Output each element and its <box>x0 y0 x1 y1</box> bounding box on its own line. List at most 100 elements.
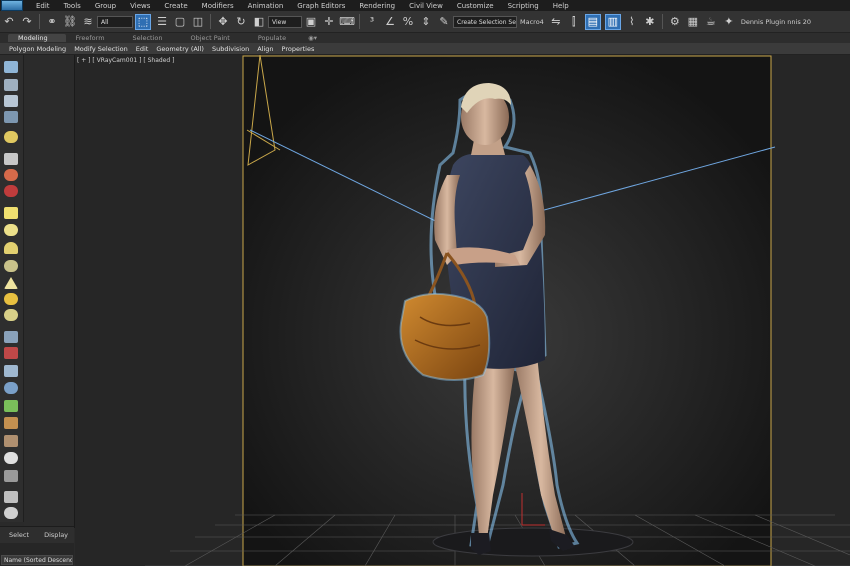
sphere-white-icon[interactable] <box>4 452 18 464</box>
rendered-frame-window-icon[interactable]: ▦ <box>686 15 700 29</box>
panel-geometry-all[interactable]: Geometry (All) <box>152 45 208 53</box>
globe-icon[interactable] <box>4 382 18 394</box>
keyboard-shortcut-icon[interactable]: ⌨ <box>339 15 355 29</box>
modify-panel-icon[interactable] <box>4 79 18 91</box>
pivot-center-icon[interactable]: ▣ <box>304 15 318 29</box>
character-icon[interactable] <box>4 435 18 447</box>
light-bulb-icon[interactable] <box>4 131 18 143</box>
display-panel-icon[interactable] <box>4 491 18 503</box>
ribbon-options-icon[interactable]: ◉▾ <box>304 34 321 42</box>
menu-civil-view[interactable]: Civil View <box>402 2 450 10</box>
panel-polygon-modeling[interactable]: Polygon Modeling <box>0 45 70 53</box>
motion-icon[interactable] <box>4 111 18 123</box>
mirror-icon[interactable]: ⇋ <box>549 15 563 29</box>
macro-label[interactable]: Macro4 <box>520 18 544 26</box>
render-setup-icon[interactable]: ⚙ <box>668 15 682 29</box>
material-editor-icon[interactable]: ✱ <box>643 15 657 29</box>
tab-select[interactable]: Select <box>0 531 35 539</box>
menu-group[interactable]: Group <box>88 2 123 10</box>
sphere-primitive-icon[interactable] <box>4 224 18 236</box>
handbag <box>399 292 491 381</box>
tab-display[interactable]: Display <box>35 531 74 539</box>
torus-primitive-icon[interactable] <box>4 260 18 272</box>
menu-modifiers[interactable]: Modifiers <box>195 2 241 10</box>
window-crossing-icon[interactable]: ◫ <box>191 15 205 29</box>
name-column-header[interactable]: Name (Sorted Descending <box>1 555 73 565</box>
menu-tools[interactable]: Tools <box>57 2 88 10</box>
tab-freeform[interactable]: Freeform <box>66 34 123 42</box>
snaps-toggle-icon[interactable]: ³ <box>365 15 379 29</box>
reference-coordinate-dropdown[interactable]: View <box>268 15 302 28</box>
spinner-snap-icon[interactable]: ⇕ <box>419 15 433 29</box>
toolbar-divider <box>210 14 211 29</box>
tab-object-paint[interactable]: Object Paint <box>181 34 248 42</box>
grid-icon[interactable] <box>4 331 18 343</box>
menu-views[interactable]: Views <box>123 2 157 10</box>
cone-primitive-icon[interactable] <box>4 277 18 289</box>
camera-icon[interactable] <box>4 153 18 165</box>
bind-space-warp-icon[interactable]: ≋ <box>81 15 95 29</box>
menu-graph-editors[interactable]: Graph Editors <box>290 2 352 10</box>
menu-bar: Edit Tools Group Views Create Modifiers … <box>0 0 850 11</box>
rectangular-selection-icon[interactable]: ▢ <box>173 15 187 29</box>
redo-icon[interactable]: ↷ <box>20 15 34 29</box>
toolbar-divider <box>39 14 40 29</box>
tube-primitive-icon[interactable] <box>4 309 18 321</box>
bones-icon[interactable] <box>4 347 18 359</box>
menu-create[interactable]: Create <box>157 2 194 10</box>
plugin-icon[interactable]: ✦ <box>722 15 736 29</box>
menu-help[interactable]: Help <box>546 2 576 10</box>
panel-properties[interactable]: Properties <box>278 45 319 53</box>
help-icon[interactable] <box>4 507 18 519</box>
menu-scripting[interactable]: Scripting <box>501 2 546 10</box>
menu-animation[interactable]: Animation <box>241 2 291 10</box>
menu-customize[interactable]: Customize <box>450 2 501 10</box>
camera-viewport[interactable]: [ + ] [ VRayCam001 ] [ Shaded ] <box>75 55 850 566</box>
space-warps-icon[interactable] <box>4 185 18 197</box>
select-manipulate-icon[interactable]: ✛ <box>322 15 336 29</box>
tab-modeling[interactable]: Modeling <box>8 34 66 42</box>
foliage-icon[interactable] <box>4 400 18 412</box>
utilities-icon[interactable] <box>4 470 18 482</box>
panel-align[interactable]: Align <box>253 45 277 53</box>
helpers-icon[interactable] <box>4 169 18 181</box>
edit-named-selection-icon[interactable]: ✎ <box>437 15 451 29</box>
menu-edit[interactable]: Edit <box>29 2 57 10</box>
tab-selection[interactable]: Selection <box>123 34 181 42</box>
select-move-icon[interactable]: ✥ <box>216 15 230 29</box>
angle-snap-icon[interactable]: ∠ <box>383 15 397 29</box>
align-icon[interactable]: ⫿ <box>567 15 581 29</box>
link-icon[interactable]: ⚭ <box>45 15 59 29</box>
app-logo-icon[interactable] <box>1 0 23 11</box>
geosphere-icon[interactable] <box>4 293 18 305</box>
curve-editor-icon[interactable]: ⌇ <box>625 15 639 29</box>
box-primitive-icon[interactable] <box>4 207 18 219</box>
viewport-label[interactable]: [ + ] [ VRayCam001 ] [ Shaded ] <box>77 57 174 64</box>
select-object-icon[interactable]: ⬚ <box>135 13 151 30</box>
menu-rendering[interactable]: Rendering <box>352 2 402 10</box>
select-scale-icon[interactable]: ◧ <box>252 15 266 29</box>
percent-snap-icon[interactable]: % <box>401 15 415 29</box>
undo-icon[interactable]: ↶ <box>2 15 16 29</box>
select-by-name-icon[interactable]: ☰ <box>155 15 169 29</box>
plugin-label[interactable]: Dennis Plugin nnis 20 <box>741 18 811 26</box>
particles-icon[interactable] <box>4 365 18 377</box>
cylinder-primitive-icon[interactable] <box>4 242 18 254</box>
biped-icon[interactable] <box>4 417 18 429</box>
render-production-icon[interactable]: ☕ <box>704 15 718 29</box>
ribbon-panels: Polygon Modeling Modify Selection Edit G… <box>0 43 850 55</box>
layer-explorer-icon[interactable]: ▤ <box>584 13 601 30</box>
panel-modify-selection[interactable]: Modify Selection <box>70 45 132 53</box>
scene-explorer-list: Name (Sorted Descending <box>0 543 74 566</box>
scene-explorer-icon[interactable]: ▥ <box>604 13 621 30</box>
named-selection-set-dropdown[interactable]: Create Selection Se <box>453 15 517 28</box>
panel-edit[interactable]: Edit <box>132 45 153 53</box>
unlink-icon[interactable]: ⛓ <box>63 15 77 29</box>
hierarchy-icon[interactable] <box>4 95 18 107</box>
select-rotate-icon[interactable]: ↻ <box>234 15 248 29</box>
create-panel-icon[interactable] <box>4 61 18 73</box>
selection-filter-dropdown[interactable]: All <box>97 15 133 28</box>
tab-populate[interactable]: Populate <box>248 34 304 42</box>
pedestal <box>432 527 634 557</box>
panel-subdivision[interactable]: Subdivision <box>208 45 253 53</box>
